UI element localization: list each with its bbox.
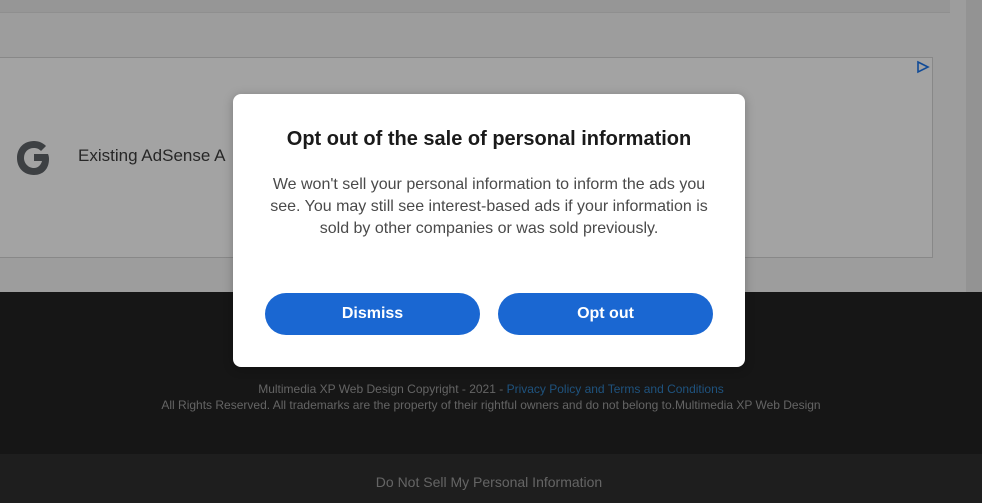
opt-out-dialog: Opt out of the sale of personal informat…: [233, 94, 745, 367]
dialog-title: Opt out of the sale of personal informat…: [286, 128, 692, 150]
opt-out-button[interactable]: Opt out: [498, 293, 713, 335]
dismiss-button[interactable]: Dismiss: [265, 293, 480, 335]
dialog-body: We won't sell your personal information …: [270, 176, 708, 237]
